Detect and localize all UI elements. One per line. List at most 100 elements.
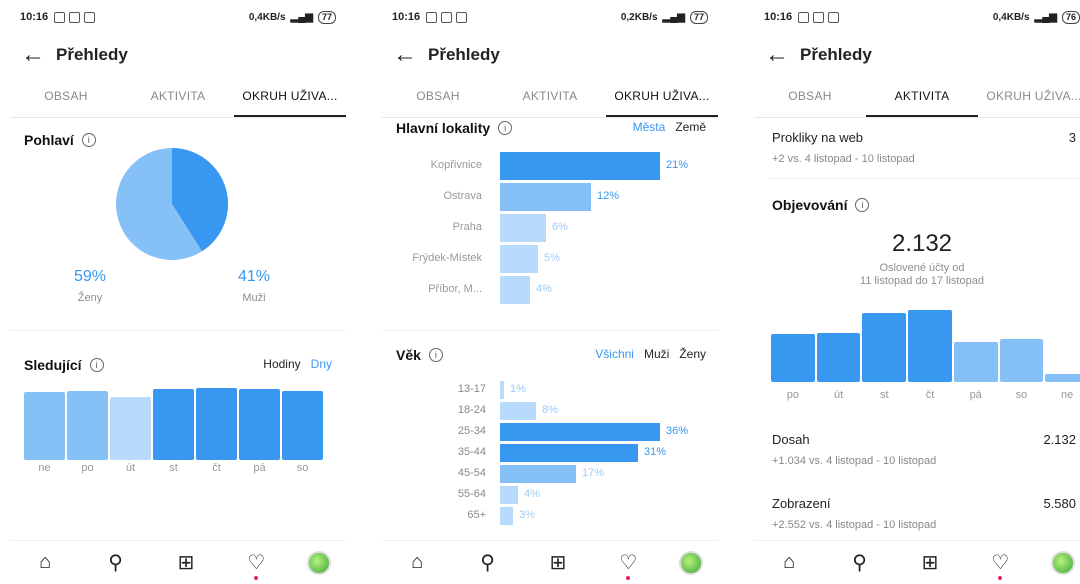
toggle-cities[interactable]: Města	[633, 120, 666, 134]
add-icon[interactable]: ⊞	[910, 550, 950, 575]
age-section-title: Věk i	[396, 347, 443, 363]
info-icon[interactable]: i	[428, 348, 443, 362]
discovery-title: Objevování	[772, 197, 848, 213]
screen-audience-gender: 10:16 0,4KB/s ▂▄▆ 77 ← Přehledy OBSAH AKTI…	[10, 0, 346, 584]
tab-activity[interactable]: AKTIVITA	[122, 76, 234, 117]
age-bar	[500, 402, 536, 420]
discovery-bar-chart	[770, 310, 1080, 382]
tab-content[interactable]: OBSAH	[10, 76, 122, 117]
tab-bar: OBSAH AKTIVITA OKRUH UŽIVA...	[382, 76, 718, 118]
reach-value: 2.132	[1043, 432, 1076, 447]
bottom-nav: ⌂ ⚲ ⊞ ♡	[382, 540, 718, 584]
tab-activity[interactable]: AKTIVITA	[494, 76, 606, 117]
day-label: ne	[38, 462, 51, 474]
tab-activity[interactable]: AKTIVITA	[866, 76, 978, 117]
info-icon[interactable]: i	[81, 133, 96, 147]
screen-activity: 10:16 0,4KB/s ▂▄▆ 76 ← Přehledy OBSAH AKTI…	[754, 0, 1080, 584]
toggle-women[interactable]: Ženy	[679, 347, 706, 361]
followers-toggle: Hodiny Dny	[263, 357, 332, 371]
locations-bar-chart: Kopřivnice 21% Ostrava 12% Praha 6% Frýdek-Mís…	[382, 152, 718, 304]
tab-audience[interactable]: OKRUH UŽIVA...	[978, 76, 1080, 117]
back-arrow-icon[interactable]: ←	[10, 35, 56, 75]
home-icon[interactable]: ⌂	[769, 551, 809, 574]
chart-bar	[771, 334, 815, 382]
women-label: Ženy	[77, 292, 103, 304]
age-range: 45-54	[457, 467, 486, 479]
heart-icon[interactable]: ♡	[236, 550, 276, 580]
day-label: út	[125, 462, 136, 474]
message-icon	[69, 11, 81, 23]
age-bar	[500, 423, 660, 441]
tab-content[interactable]: OBSAH	[754, 76, 866, 117]
day-label: so	[296, 462, 309, 474]
location-name: Příbor, M...	[428, 283, 482, 295]
section-divider	[10, 330, 346, 340]
search-icon[interactable]: ⚲	[840, 550, 880, 575]
age-value: 4%	[524, 488, 540, 500]
calendar-icon	[798, 11, 810, 23]
age-bar-chart: 13-17 1% 18-24 8% 25-34 36% 35-44 31% 45-54 17% 55…	[382, 381, 718, 531]
tab-bar: OBSAH AKTIVITA OKRUH UŽIVA...	[754, 76, 1080, 118]
chart-bar	[67, 391, 108, 460]
discovery-caption-1: Oslovené účty od	[879, 262, 965, 274]
gender-title: Pohlaví	[24, 132, 74, 148]
day-label: so	[1015, 389, 1028, 401]
chart-bar	[282, 391, 323, 460]
network-speed: 0,4KB/s	[248, 11, 286, 23]
chart-bar	[999, 339, 1044, 382]
bottom-nav: ⌂ ⚲ ⊞ ♡	[754, 540, 1080, 584]
home-icon[interactable]: ⌂	[25, 551, 65, 574]
location-value: 12%	[597, 190, 620, 202]
heart-icon[interactable]: ♡	[608, 550, 648, 580]
toggle-all[interactable]: Všichni	[595, 347, 634, 361]
back-arrow-icon[interactable]: ←	[754, 35, 800, 75]
search-icon[interactable]: ⚲	[468, 550, 508, 575]
tab-audience[interactable]: OKRUH UŽIVA...	[234, 76, 346, 117]
profile-avatar[interactable]	[306, 550, 331, 575]
tab-audience[interactable]: OKRUH UŽIVA...	[606, 76, 718, 117]
age-toggle: Všichni Muži Ženy	[595, 347, 706, 361]
location-value: 6%	[552, 221, 568, 233]
info-icon[interactable]: i	[498, 121, 513, 135]
women-percent: 59%	[73, 268, 107, 285]
profile-avatar[interactable]	[1050, 550, 1075, 575]
chart-bar	[239, 389, 280, 460]
toggle-men[interactable]: Muži	[644, 347, 669, 361]
home-icon[interactable]: ⌂	[397, 551, 437, 574]
tab-content[interactable]: OBSAH	[382, 76, 494, 117]
location-name: Ostrava	[443, 190, 482, 202]
info-icon[interactable]: i	[855, 198, 870, 212]
status-time: 10:16	[392, 11, 421, 23]
profile-avatar[interactable]	[678, 550, 703, 575]
add-icon[interactable]: ⊞	[166, 550, 206, 575]
info-icon[interactable]: i	[89, 358, 104, 372]
screen-audience-locations: 10:16 0,2KB/s ▂▄▆ 77 ← Přehledy OBSAH AKTI…	[382, 0, 718, 584]
search-icon[interactable]: ⚲	[96, 550, 136, 575]
age-range: 25-34	[457, 425, 486, 437]
location-bar	[500, 245, 538, 273]
location-row: Kopřivnice 21%	[382, 152, 718, 180]
web-clicks-change: +2 vs. 4 listopad - 10 listopad	[772, 153, 915, 165]
age-range: 18-24	[457, 404, 486, 416]
chart-bar	[24, 392, 65, 460]
location-row: Praha 6%	[382, 214, 718, 242]
age-range: 35-44	[457, 446, 486, 458]
instagram-icon	[828, 11, 840, 23]
heart-icon[interactable]: ♡	[980, 550, 1020, 580]
day-label: út	[833, 389, 844, 401]
impressions-label: Zobrazení	[772, 496, 831, 511]
reach-row: Dosah 2.132 +1.034 vs. 4 listopad - 10 l…	[772, 432, 1076, 467]
age-value: 17%	[582, 467, 605, 479]
status-time: 10:16	[764, 11, 793, 23]
toggle-countries[interactable]: Země	[675, 120, 706, 134]
signal-icon: ▂▄▆	[1034, 11, 1057, 23]
location-bar	[500, 214, 546, 242]
age-row: 65+ 3%	[382, 507, 718, 525]
network-speed: 0,4KB/s	[992, 11, 1030, 23]
age-range: 55-64	[457, 488, 486, 500]
add-icon[interactable]: ⊞	[538, 550, 578, 575]
back-arrow-icon[interactable]: ←	[382, 35, 428, 75]
location-row: Frýdek-Místek 5%	[382, 245, 718, 273]
toggle-hours[interactable]: Hodiny	[263, 357, 300, 371]
toggle-days[interactable]: Dny	[311, 357, 332, 371]
